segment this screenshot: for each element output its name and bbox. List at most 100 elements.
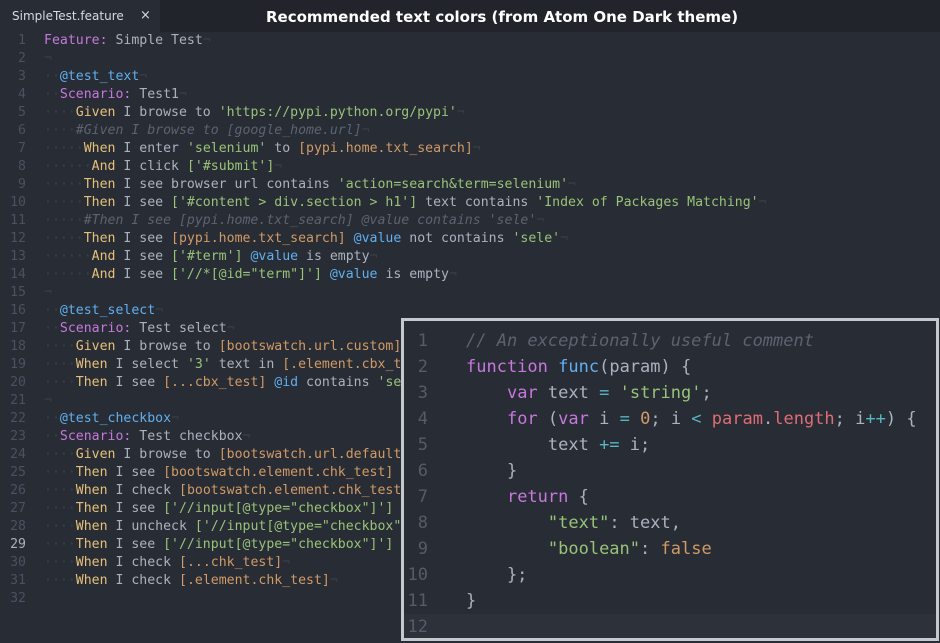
token-str: 'string' bbox=[619, 383, 702, 403]
code-text: ····When I check [...chk_test]¬ bbox=[44, 554, 290, 572]
token-ws: ¬ bbox=[202, 33, 211, 48]
js-line[interactable]: 4 for (var i = 0; i < param.length; i++)… bbox=[404, 406, 936, 432]
code-text: ····Then I see ['//input[@type="checkbox… bbox=[44, 536, 393, 554]
token-kw: function bbox=[466, 357, 548, 377]
line-number: 6 bbox=[417, 461, 428, 481]
code-text: ····Then I see [bootswatch.element.chk_t… bbox=[44, 464, 393, 482]
token-plain: text bbox=[537, 383, 600, 403]
token-ws: ¬ bbox=[361, 123, 370, 138]
js-line[interactable]: 8 "text": text, bbox=[404, 510, 936, 536]
token-str: ['#term'] bbox=[171, 249, 243, 264]
code-text: }; bbox=[466, 562, 527, 588]
token-str: ['//input[@type="checkbox"]'] bbox=[163, 501, 394, 516]
js-line[interactable]: 7 return { bbox=[404, 484, 936, 510]
js-line[interactable]: 10 }; bbox=[404, 562, 936, 588]
close-icon[interactable]: × bbox=[140, 8, 151, 23]
token-plain: I uncheck bbox=[107, 519, 195, 534]
line-number: 17 bbox=[10, 321, 26, 336]
token-cmt: #Then I see [pypi.home.txt_search] @valu… bbox=[83, 213, 537, 228]
feature-line[interactable]: 1 Feature: Simple Test¬ bbox=[0, 32, 940, 50]
feature-line[interactable]: 3 ··@test_text¬ bbox=[0, 68, 940, 86]
line-number: 28 bbox=[10, 519, 26, 534]
code-text: ····Given I browse to [bootswatch.url.de… bbox=[44, 446, 401, 464]
line-number: 8 bbox=[417, 513, 428, 533]
token-str: ['//input[@type="checkbox"' bbox=[194, 519, 410, 534]
token-num: [.element.cbx_t bbox=[282, 357, 402, 372]
token-ws: ¬ bbox=[369, 249, 378, 264]
line-number: 11 bbox=[10, 213, 26, 228]
feature-line[interactable]: 4 ··Scenario: Test1¬ bbox=[0, 86, 940, 104]
js-line[interactable]: 12 bbox=[404, 614, 936, 638]
token-var: And bbox=[91, 267, 116, 282]
feature-line[interactable]: 10 ·····Then I see ['#content > div.secti… bbox=[0, 194, 940, 212]
line-number: 26 bbox=[10, 483, 26, 498]
code-text: Feature: Simple Test¬ bbox=[44, 32, 211, 50]
line-number: 1 bbox=[417, 331, 428, 351]
token-var: When bbox=[83, 141, 116, 156]
code-text: ·····Then I see browser url contains 'ac… bbox=[44, 176, 576, 194]
line-number: 12 bbox=[10, 231, 26, 246]
code-text: ····When I uncheck ['//input[@type="chec… bbox=[44, 518, 409, 536]
token-ws: ¬ bbox=[560, 231, 569, 246]
feature-line[interactable]: 6 ····#Given I browse to [google_home.url… bbox=[0, 122, 940, 140]
token-plain: }; bbox=[466, 565, 528, 585]
token-ws: ···· bbox=[44, 123, 76, 138]
js-line[interactable]: 3 var text = 'string'; bbox=[404, 380, 936, 406]
code-text: "text": text, bbox=[466, 510, 681, 536]
js-line[interactable]: 9 "boolean": false bbox=[404, 536, 936, 562]
code-text: ····#Given I browse to [google_home.url]… bbox=[44, 122, 370, 140]
token-kw: Scenario: bbox=[59, 87, 132, 102]
token-op: < bbox=[691, 409, 702, 429]
token-plain: : text, bbox=[609, 513, 681, 533]
feature-line[interactable]: 5 ····Given I browse to 'https://pypi.pyt… bbox=[0, 104, 940, 122]
js-line[interactable]: 11} bbox=[404, 588, 936, 614]
js-code-sample-panel[interactable]: 1 // An exceptionally useful comment 2 func… bbox=[401, 318, 939, 641]
feature-line[interactable]: 12 ·····Then I see [pypi.home.txt_search]… bbox=[0, 230, 940, 248]
feature-line[interactable]: 15 ¬ bbox=[0, 284, 940, 302]
token-str: "boolean" bbox=[547, 539, 641, 559]
token-plain: Simple Test bbox=[107, 33, 203, 48]
line-number: 16 bbox=[10, 303, 26, 318]
js-line[interactable]: 6 } bbox=[404, 458, 936, 484]
feature-line[interactable]: 7 ·····When I enter 'selenium' to [pypi.h… bbox=[0, 140, 940, 158]
token-num: [...chk_test] bbox=[179, 555, 283, 570]
line-number: 5 bbox=[18, 105, 26, 120]
line-number: 31 bbox=[10, 573, 26, 588]
feature-line[interactable]: 9 ·····Then I see browser url contains 'a… bbox=[0, 176, 940, 194]
js-line[interactable]: 5 text += i; bbox=[404, 432, 936, 458]
token-str: 'se bbox=[377, 375, 402, 390]
token-plain: I select bbox=[107, 357, 187, 372]
token-ws: ¬ bbox=[282, 555, 291, 570]
feature-line[interactable]: 2 ¬ bbox=[0, 50, 940, 68]
token-ws: ¬ bbox=[139, 69, 148, 84]
token-ws: ¬ bbox=[274, 159, 283, 174]
feature-line[interactable]: 8 ······And I click ['#submit']¬ bbox=[0, 158, 940, 176]
token-ws: ···· bbox=[44, 483, 76, 498]
code-text: ······And I click ['#submit']¬ bbox=[44, 158, 282, 176]
token-str: 'Index of Packages Matching' bbox=[536, 195, 759, 210]
feature-line[interactable]: 11 ·····#Then I see [pypi.home.txt_search… bbox=[0, 212, 940, 230]
token-var: Then bbox=[75, 375, 108, 390]
token-op: += bbox=[599, 435, 620, 455]
line-number: 9 bbox=[417, 539, 428, 559]
token-plain: Test select bbox=[131, 321, 227, 336]
token-var: Then bbox=[75, 465, 108, 480]
token-plain: Test checkbox bbox=[131, 429, 243, 444]
code-text: } bbox=[466, 458, 517, 484]
js-line[interactable]: 2 function func(param) { bbox=[404, 354, 936, 380]
token-cmt: // An exceptionally useful comment bbox=[466, 331, 814, 351]
token-tag: @test_text bbox=[59, 69, 140, 84]
token-plain: I browse to bbox=[115, 105, 219, 120]
token-var: Given bbox=[75, 339, 116, 354]
token-num: [pypi.home.txt_search] bbox=[298, 141, 473, 156]
js-line[interactable]: 1 // An exceptionally useful comment bbox=[404, 328, 936, 354]
token-plain: to bbox=[266, 141, 299, 156]
token-plain: ; i bbox=[650, 409, 692, 429]
tab-simpletest-feature[interactable]: SimpleTest.feature × bbox=[0, 0, 160, 32]
feature-line[interactable]: 13 ······And I see ['#term'] @value is em… bbox=[0, 248, 940, 266]
feature-line[interactable]: 14 ······And I see ['//*[@id="term"]'] @v… bbox=[0, 266, 940, 284]
code-text: ¬ bbox=[44, 50, 52, 68]
